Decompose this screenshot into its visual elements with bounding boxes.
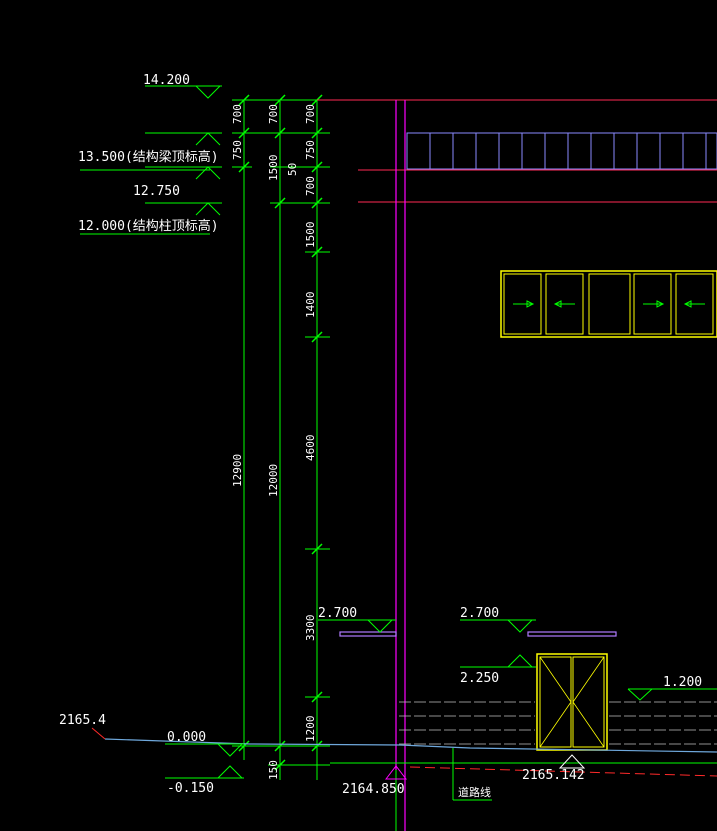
- dim-b-150: 150: [267, 760, 280, 780]
- elev-mid-label: 12.750: [133, 184, 180, 199]
- elev-canopy-right-label: 2.700: [460, 606, 499, 621]
- dim-b-700: 700: [267, 104, 280, 124]
- dim-c-700b: 700: [304, 176, 317, 196]
- building-outline: [317, 99, 717, 831]
- dim-c-4600: 4600: [304, 435, 317, 462]
- elev-canopy-left-label: 2.700: [318, 606, 357, 621]
- dim-b-1500: 1500: [267, 155, 280, 182]
- parapet-louvre: [406, 132, 717, 170]
- elev-door-top-label: 2.250: [460, 671, 499, 686]
- right-point-marker: [558, 754, 586, 769]
- canopy-left: [339, 631, 397, 637]
- dim-c-3300: 3300: [304, 615, 317, 642]
- elev-minus-label: -0.150: [167, 781, 214, 796]
- dim-c-1200: 1200: [304, 716, 317, 743]
- dim-a-750: 750: [231, 140, 244, 160]
- canopy-right: [527, 631, 617, 637]
- dim-c-750: 750: [304, 140, 317, 160]
- elev-top-label: 14.200: [143, 73, 190, 88]
- road-line-label: 道路线: [458, 785, 491, 799]
- elev-zero-label: 0.000: [167, 730, 206, 745]
- dim-c-1500: 1500: [304, 222, 317, 249]
- dim-a-12900: 12900: [231, 454, 244, 487]
- elev-beam-top-label: 13.500(结构梁顶标高): [78, 149, 219, 165]
- dim-a-700: 700: [231, 104, 244, 124]
- elev-sill-label: 1.200: [663, 675, 702, 690]
- right-point-label: 2165.142: [522, 768, 585, 783]
- dim-c-700a: 700: [304, 104, 317, 124]
- dim-c-1400: 1400: [304, 292, 317, 319]
- base-point-label: 2164.850: [342, 782, 405, 797]
- dim-c-50: 50: [286, 163, 299, 176]
- elev-site-label: 2165.4: [59, 713, 106, 728]
- brick-base: [399, 701, 717, 745]
- dim-b-12000: 12000: [267, 464, 280, 497]
- entrance-door: [536, 653, 608, 751]
- elevation-drawing: 700 750 12900 700 1500 12000 150 700 750…: [59, 73, 717, 831]
- elev-column-top-label: 12.000(结构柱顶标高): [78, 218, 219, 234]
